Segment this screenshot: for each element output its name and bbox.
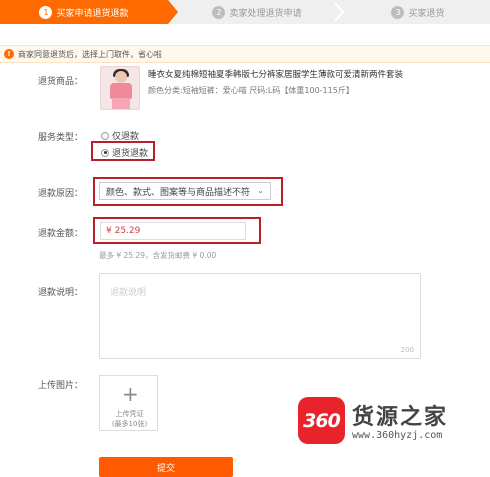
watermark-logo: 360 bbox=[298, 397, 345, 444]
reason-select-value: 颜色、款式、图案等与商品描述不符 bbox=[106, 187, 251, 198]
reason-select[interactable]: 颜色、款式、图案等与商品描述不符 ⌄ bbox=[99, 182, 271, 200]
product-spec: 颜色分类:短袖短裤：爱心喵 尺码:L码【体重100-115斤】 bbox=[148, 86, 354, 95]
amount-input[interactable]: ¥ 25.29 bbox=[100, 222, 246, 240]
description-textarea[interactable]: 退款说明 200 bbox=[99, 273, 421, 359]
step-1: 1 买家申请退货退款 bbox=[0, 0, 168, 24]
radio-return-refund[interactable]: 退货退款 bbox=[101, 146, 148, 159]
description-counter: 200 bbox=[400, 346, 414, 354]
step-1-number: 1 bbox=[39, 5, 53, 19]
product-label: 退货商品： bbox=[38, 77, 84, 87]
radio-return-refund-label: 退货退款 bbox=[112, 149, 149, 159]
product-title[interactable]: 睡衣女夏纯棉短袖夏季韩版七分裤家居服学生薄款可爱清新两件套装 bbox=[148, 68, 403, 80]
reason-label: 退款原因： bbox=[38, 189, 84, 199]
step-3-number: 3 bbox=[391, 5, 405, 19]
chevron-down-icon: ⌄ bbox=[257, 186, 264, 195]
upload-line-2: (最多10张) bbox=[111, 420, 148, 428]
progress-steps: 1 买家申请退货退款 2 卖家处理退货申请 3 买家退货 bbox=[0, 0, 490, 24]
step-separator-icon bbox=[334, 3, 344, 21]
plus-icon: + bbox=[122, 382, 139, 406]
amount-label: 退款金额： bbox=[38, 229, 84, 239]
submit-button[interactable]: 提交 bbox=[99, 457, 233, 477]
service-type-label: 服务类型： bbox=[38, 133, 84, 143]
amount-hint: 最多 ¥ 25.29，含发货邮费 ¥ 0.00 bbox=[99, 251, 217, 260]
step-3-label: 买家退货 bbox=[408, 8, 445, 19]
amount-input-value: ¥ 25.29 bbox=[106, 226, 141, 236]
step-1-label: 买家申请退货退款 bbox=[56, 8, 129, 19]
radio-return-refund-dot[interactable] bbox=[101, 148, 109, 157]
watermark-url: www.360hyzj.com bbox=[352, 430, 443, 441]
notice-text: 商家同意退货后，选择上门取件，省心啦 bbox=[18, 49, 162, 59]
step-2-number: 2 bbox=[212, 5, 226, 19]
product-thumbnail[interactable] bbox=[100, 66, 140, 110]
description-label: 退款说明： bbox=[38, 288, 84, 298]
step-2: 2 卖家处理退货申请 bbox=[182, 0, 332, 24]
step-3: 3 买家退货 bbox=[346, 0, 490, 24]
watermark-name: 货源之家 bbox=[352, 405, 449, 430]
step-arrow bbox=[168, 0, 178, 24]
step-2-label: 卖家处理退货申请 bbox=[229, 8, 302, 19]
warning-icon: ! bbox=[4, 49, 14, 59]
upload-line-1: 上传凭证 bbox=[115, 410, 144, 418]
notice-bar: ! 商家同意退货后，选择上门取件，省心啦 bbox=[0, 45, 490, 63]
upload-button[interactable]: + 上传凭证 (最多10张) bbox=[99, 375, 158, 431]
upload-label: 上传图片： bbox=[38, 381, 84, 391]
description-placeholder: 退款说明 bbox=[110, 288, 147, 298]
radio-refund-only-dot[interactable] bbox=[101, 131, 109, 140]
